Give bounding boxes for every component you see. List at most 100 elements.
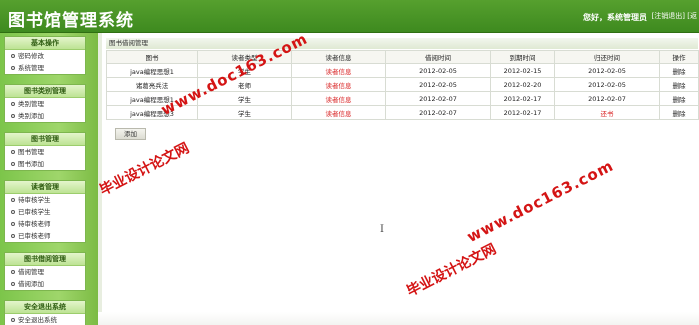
bullet-icon [11, 234, 15, 238]
menu-group-reader: 读者管理 待审核学生 已审核学生 待审核老师 已审核老师 [4, 180, 86, 243]
borrow-date-cell: 2012-02-07 [385, 91, 491, 106]
reader-info-link[interactable]: 读者信息 [291, 105, 386, 120]
menu-item-label: 类别管理 [18, 100, 44, 108]
book-cell: java编程思想3 [106, 105, 198, 120]
reader-info-link[interactable]: 读者信息 [291, 91, 386, 106]
bullet-icon [11, 270, 15, 274]
column-header: 归还时间 [554, 50, 660, 64]
menu-item-label: 已审核学生 [18, 208, 51, 216]
reader-type-cell: 学生 [197, 91, 292, 106]
due-date-cell: 2012-02-15 [490, 63, 555, 78]
menu-item-label: 图书管理 [18, 148, 44, 156]
bullet-icon [11, 318, 15, 322]
sidebar-item-book-manage[interactable]: 图书管理 [5, 146, 85, 158]
menu-group-borrow: 图书借阅管理 借阅管理 借阅添加 [4, 252, 86, 291]
table-row: java编程思想1 学生 读者信息 2012-02-05 2012-02-15 … [106, 63, 699, 78]
bullet-icon [11, 102, 15, 106]
logout-link[interactable]: [注销退出] [返 [652, 11, 697, 21]
bullet-icon [11, 282, 15, 286]
sidebar-item-password[interactable]: 密码修改 [5, 50, 85, 62]
return-book-link[interactable]: 还书 [554, 105, 660, 120]
table-row: java编程思想1 学生 读者信息 2012-02-07 2012-02-17 … [106, 91, 699, 106]
due-date-cell: 2012-02-17 [490, 91, 555, 106]
sidebar-item-system[interactable]: 系统管理 [5, 62, 85, 74]
table-row: 诸葛亮兵法 老师 读者信息 2012-02-05 2012-02-20 2012… [106, 77, 699, 92]
bullet-icon [11, 222, 15, 226]
borrow-date-cell: 2012-02-05 [385, 63, 491, 78]
book-cell: java编程思想1 [106, 91, 198, 106]
sidebar-divider [98, 33, 102, 325]
bullet-icon [11, 66, 15, 70]
menu-item-label: 安全退出系统 [18, 316, 57, 324]
menu-group-category: 图书类别管理 类别管理 类别添加 [4, 84, 86, 123]
text-cursor-icon: I [380, 224, 384, 235]
menu-head[interactable]: 图书借阅管理 [5, 253, 85, 266]
sidebar-item-borrow-add[interactable]: 借阅添加 [5, 278, 85, 290]
app-header: 图书馆管理系统 您好，系统管理员 [注销退出] [返 [0, 0, 699, 33]
table-header-row: 图书 读者类型 读者信息 借阅时间 到期时间 归还时间 操作 [106, 50, 699, 64]
reader-info-link[interactable]: 读者信息 [291, 77, 386, 92]
bullet-icon [11, 198, 15, 202]
sidebar-item-category-add[interactable]: 类别添加 [5, 110, 85, 122]
menu-item-label: 密码修改 [18, 52, 44, 60]
column-header: 读者类型 [197, 50, 292, 64]
bullet-icon [11, 162, 15, 166]
due-date-cell: 2012-02-20 [490, 77, 555, 92]
menu-item-label: 待审核老师 [18, 220, 51, 228]
menu-head[interactable]: 图书类别管理 [5, 85, 85, 98]
sidebar-item-category-manage[interactable]: 类别管理 [5, 98, 85, 110]
column-header: 借阅时间 [385, 50, 491, 64]
sidebar-item-pending-teachers[interactable]: 待审核老师 [5, 218, 85, 230]
delete-link[interactable]: 删除 [659, 91, 699, 106]
reader-type-cell: 学生 [197, 105, 292, 120]
menu-group-basic: 基本操作 密码修改 系统管理 [4, 36, 86, 75]
sidebar-item-pending-students[interactable]: 待审核学生 [5, 194, 85, 206]
sidebar-item-approved-teachers[interactable]: 已审核老师 [5, 230, 85, 242]
bullet-icon [11, 114, 15, 118]
menu-item-label: 借阅添加 [18, 280, 44, 288]
menu-head[interactable]: 基本操作 [5, 37, 85, 50]
due-date-cell: 2012-02-17 [490, 105, 555, 120]
menu-head[interactable]: 图书管理 [5, 133, 85, 146]
return-date-cell: 2012-02-07 [554, 91, 660, 106]
book-cell: 诸葛亮兵法 [106, 77, 198, 92]
menu-item-label: 借阅管理 [18, 268, 44, 276]
column-header: 到期时间 [490, 50, 555, 64]
sidebar-item-book-add[interactable]: 图书添加 [5, 158, 85, 170]
menu-item-label: 系统管理 [18, 64, 44, 72]
panel-title: 图书借阅管理 [106, 38, 698, 49]
menu-item-label: 类别添加 [18, 112, 44, 120]
column-header: 读者信息 [291, 50, 386, 64]
menu-group-book: 图书管理 图书管理 图书添加 [4, 132, 86, 171]
sidebar-item-exit[interactable]: 安全退出系统 [5, 314, 85, 325]
reader-type-cell: 老师 [197, 77, 292, 92]
bullet-icon [11, 54, 15, 58]
borrow-date-cell: 2012-02-07 [385, 105, 491, 120]
bullet-icon [11, 210, 15, 214]
borrow-date-cell: 2012-02-05 [385, 77, 491, 92]
menu-item-label: 已审核老师 [18, 232, 51, 240]
sidebar-item-borrow-manage[interactable]: 借阅管理 [5, 266, 85, 278]
column-header: 图书 [106, 50, 198, 64]
borrow-table: 图书 读者类型 读者信息 借阅时间 到期时间 归还时间 操作 java编程思想1… [106, 50, 699, 120]
menu-head[interactable]: 读者管理 [5, 181, 85, 194]
menu-item-label: 待审核学生 [18, 196, 51, 204]
book-cell: java编程思想1 [106, 63, 198, 78]
delete-link[interactable]: 删除 [659, 77, 699, 92]
sidebar: 基本操作 密码修改 系统管理 图书类别管理 类别管理 类别添加 图书管理 图书管… [0, 33, 98, 325]
return-date-cell: 2012-02-05 [554, 63, 660, 78]
delete-link[interactable]: 删除 [659, 105, 699, 120]
bullet-icon [11, 150, 15, 154]
menu-group-exit: 安全退出系统 安全退出系统 [4, 300, 86, 325]
table-row: java编程思想3 学生 读者信息 2012-02-07 2012-02-17 … [106, 105, 699, 120]
menu-head[interactable]: 安全退出系统 [5, 301, 85, 314]
delete-link[interactable]: 删除 [659, 63, 699, 78]
welcome-text: 您好，系统管理员 [583, 13, 647, 22]
reader-type-cell: 学生 [197, 63, 292, 78]
column-header: 操作 [659, 50, 699, 64]
sidebar-item-approved-students[interactable]: 已审核学生 [5, 206, 85, 218]
reader-info-link[interactable]: 读者信息 [291, 63, 386, 78]
app-title: 图书馆管理系统 [8, 11, 134, 31]
add-button[interactable]: 添加 [115, 128, 146, 140]
menu-item-label: 图书添加 [18, 160, 44, 168]
